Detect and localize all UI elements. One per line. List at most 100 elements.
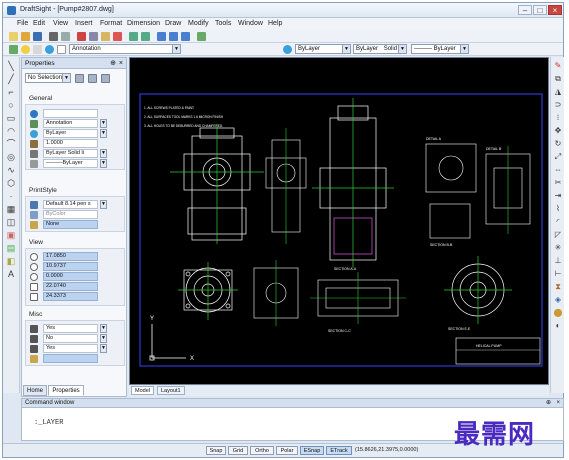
polyline-icon[interactable]: ⌐ xyxy=(6,87,16,97)
ellipse-icon[interactable]: ◎ xyxy=(6,152,16,162)
tab-model[interactable]: Model xyxy=(131,386,154,395)
etrack-toggle[interactable]: ETrack xyxy=(326,446,352,455)
menu-draw[interactable]: Draw xyxy=(165,20,181,27)
circle-icon[interactable]: ○ xyxy=(6,100,16,110)
menu-tools[interactable]: Tools xyxy=(215,20,231,27)
menu-edit[interactable]: Edit xyxy=(33,20,45,27)
center-x-value[interactable]: 17.0850 xyxy=(43,252,98,261)
rectangle-icon[interactable]: ▭ xyxy=(6,113,16,123)
snap-toggle[interactable]: Snap xyxy=(206,446,226,455)
line-icon[interactable]: ╲ xyxy=(6,61,16,71)
polar-toggle[interactable]: Polar xyxy=(276,446,298,455)
chevron-down-icon[interactable]: ▼ xyxy=(100,119,107,128)
linetype-value[interactable]: ByLayer xyxy=(43,129,98,138)
infinite-line-icon[interactable]: ╱ xyxy=(6,74,16,84)
tab-properties[interactable]: Properties xyxy=(48,385,84,396)
zoom-window-icon[interactable] xyxy=(181,32,190,41)
drawing-canvas[interactable]: 1. ALL SCREWS PLATED & PAINT. 2. ALL SUR… xyxy=(129,57,549,385)
pan-icon[interactable] xyxy=(157,32,166,41)
quick-select-icon[interactable] xyxy=(101,74,110,83)
grid-toggle[interactable]: Grid xyxy=(228,446,248,455)
align-icon[interactable]: ◈ xyxy=(553,295,563,305)
save-icon[interactable] xyxy=(33,32,42,41)
layer-manager-icon[interactable] xyxy=(197,32,206,41)
selection-combo[interactable]: No Selection ▼ xyxy=(25,73,71,83)
chevron-down-icon[interactable]: ▼ xyxy=(100,334,107,343)
block-icon[interactable]: ▣ xyxy=(6,230,16,240)
erase-icon[interactable]: ✎ xyxy=(553,61,563,71)
paste-icon[interactable] xyxy=(101,32,110,41)
print-table-value[interactable]: Default 8.14 pen s xyxy=(43,200,98,209)
close-panel-button[interactable]: × xyxy=(119,58,123,69)
properties-brush-icon[interactable]: ⬤ xyxy=(553,308,563,318)
break-icon[interactable]: ⌇ xyxy=(553,204,563,214)
menu-file[interactable]: File xyxy=(17,20,28,27)
hatch-icon[interactable]: ▦ xyxy=(6,204,16,214)
layer-lock-icon[interactable] xyxy=(33,45,42,54)
trim-icon[interactable]: ✂ xyxy=(553,178,563,188)
height-value[interactable]: 22.0740 xyxy=(43,282,98,291)
join-icon[interactable]: ⊢ xyxy=(553,269,563,279)
arc-3point-icon[interactable]: ⌒ xyxy=(6,139,16,149)
linetype-combo[interactable]: ByLayer Solid line ▼ xyxy=(353,44,407,54)
menu-modify[interactable]: Modify xyxy=(188,20,209,27)
chevron-down-icon[interactable]: ▼ xyxy=(100,344,107,353)
chevron-down-icon[interactable]: ▼ xyxy=(100,159,107,168)
menu-view[interactable]: View xyxy=(53,20,68,27)
menu-dimension[interactable]: Dimension xyxy=(127,20,160,27)
arc-icon[interactable]: ◠ xyxy=(6,126,16,136)
layer-value[interactable]: Annotation xyxy=(43,119,98,128)
layer-color-icon[interactable] xyxy=(45,45,54,54)
offset-icon[interactable]: ⊃ xyxy=(553,100,563,110)
undo-icon[interactable] xyxy=(129,32,138,41)
open-file-icon[interactable] xyxy=(21,32,30,41)
pin-icon[interactable]: ⊕ xyxy=(110,58,116,69)
region-icon[interactable]: ◫ xyxy=(6,217,16,227)
stretch-icon[interactable]: ⇔ xyxy=(553,165,563,175)
menu-format[interactable]: Format xyxy=(100,20,122,27)
layer-on-icon[interactable] xyxy=(21,45,30,54)
tab-home[interactable]: Home xyxy=(23,385,47,396)
chevron-down-icon[interactable]: ▼ xyxy=(100,149,107,158)
layer-state-icon[interactable] xyxy=(9,45,18,54)
chevron-down-icon[interactable]: ▼ xyxy=(100,324,107,333)
close-window-button[interactable]: × xyxy=(548,5,562,15)
divide-icon[interactable]: ◐ xyxy=(553,321,563,331)
lineweight-value[interactable]: ByLayer Solid li xyxy=(43,149,98,158)
new-file-icon[interactable] xyxy=(9,32,18,41)
chevron-down-icon[interactable]: ▼ xyxy=(100,200,107,209)
lengthen-icon[interactable]: ⊥ xyxy=(553,256,563,266)
minimize-button[interactable]: – xyxy=(518,5,532,15)
cut-icon[interactable] xyxy=(77,32,86,41)
image-icon[interactable]: ◧ xyxy=(6,256,16,266)
menu-window[interactable]: Window xyxy=(238,20,263,27)
close-command-window-button[interactable]: × xyxy=(556,399,560,408)
center-z-value[interactable]: 0.0000 xyxy=(43,272,98,281)
ortho-toggle[interactable]: Ortho xyxy=(250,446,274,455)
ucs-on-value[interactable]: Yes xyxy=(43,324,98,333)
ucs-per-viewport-value[interactable]: Yes xyxy=(43,344,98,353)
point-icon[interactable]: · xyxy=(6,191,16,201)
pin-icon[interactable]: ⊕ xyxy=(546,399,551,408)
ucs-origin-value[interactable]: No xyxy=(43,334,98,343)
polygon-icon[interactable]: ⬡ xyxy=(6,178,16,188)
center-y-value[interactable]: 10.9737 xyxy=(43,262,98,271)
select-objects-icon[interactable] xyxy=(88,74,97,83)
mirror-icon[interactable]: ◮ xyxy=(553,87,563,97)
color-combo[interactable]: ByLayer ▼ xyxy=(295,44,351,54)
spline-icon[interactable]: ∿ xyxy=(6,165,16,175)
extend-icon[interactable]: ⇥ xyxy=(553,191,563,201)
print-attached-value[interactable]: None xyxy=(43,220,98,229)
text-icon[interactable]: A xyxy=(6,269,16,279)
chevron-down-icon[interactable]: ▼ xyxy=(100,129,107,138)
thickness-value[interactable]: ———ByLayer xyxy=(43,159,98,168)
zoom-realtime-icon[interactable] xyxy=(169,32,178,41)
redo-icon[interactable] xyxy=(141,32,150,41)
print-preview-icon[interactable] xyxy=(61,32,70,41)
scale-icon[interactable]: ⤢ xyxy=(553,152,563,162)
ucs-name-value[interactable] xyxy=(43,354,98,363)
copy-entity-icon[interactable]: ⧉ xyxy=(553,74,563,84)
copy-icon[interactable] xyxy=(89,32,98,41)
color-value[interactable] xyxy=(43,109,98,118)
array-icon[interactable]: ⁝ xyxy=(553,113,563,123)
